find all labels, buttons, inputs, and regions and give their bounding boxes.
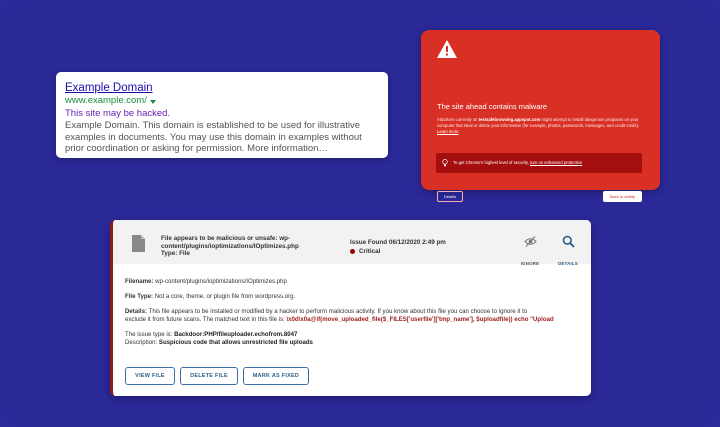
- severity-label: Critical: [359, 248, 381, 255]
- warning-triangle-icon: [437, 40, 457, 58]
- enhanced-protection-text: To get Chrome's highest level of securit…: [453, 160, 582, 166]
- search-result-description: Example Domain. This domain is establish…: [65, 120, 362, 154]
- protection-text: To get Chrome's highest level of securit…: [453, 160, 531, 165]
- eye-slash-icon: [523, 236, 537, 247]
- enhanced-protection-link[interactable]: turn on enhanced protection: [530, 160, 582, 165]
- critical-dot-icon: [350, 249, 355, 254]
- details-row-2: exclude it from future scans. The matche…: [125, 316, 585, 324]
- enhanced-protection-banner: To get Chrome's highest level of securit…: [436, 153, 642, 173]
- lightbulb-icon: [442, 159, 448, 167]
- issue-body: Filename: wp-content/plugins/ioptimizati…: [125, 278, 585, 347]
- file-icon: [132, 235, 145, 252]
- filename-row: Filename: wp-content/plugins/ioptimizati…: [125, 278, 585, 286]
- issue-actions: VIEW FILE DELETE FILE MARK AS FIXED: [125, 367, 309, 385]
- magnifier-icon: [562, 235, 575, 248]
- issue-type-line: Type: File: [161, 250, 190, 258]
- description-row: Description: Suspicious code that allows…: [125, 339, 585, 347]
- caret-down-icon[interactable]: [149, 99, 156, 104]
- filetype-value: Not a core, theme, or plugin file from w…: [153, 293, 296, 300]
- delete-file-button[interactable]: DELETE FILE: [180, 367, 238, 385]
- issue-type-value: Backdoor:PHP/fileuploader.echofrom.8047: [174, 331, 298, 338]
- ignore-button[interactable]: IGNORE: [515, 235, 545, 270]
- filetype-row: File Type: Not a core, theme, or plugin …: [125, 293, 585, 301]
- filetype-label: File Type:: [125, 293, 153, 300]
- description-value: Suspicious code that allows unrestricted…: [158, 339, 313, 346]
- filename-label: Filename:: [125, 278, 154, 285]
- search-result-url: www.example.com/: [65, 95, 379, 107]
- back-to-safety-button[interactable]: Back to safety: [603, 191, 642, 202]
- malware-warning-card: The site ahead contains malware Attacker…: [421, 30, 660, 202]
- details-text-2: exclude it from future scans. The matche…: [125, 316, 287, 323]
- mark-as-fixed-button[interactable]: MARK AS FIXED: [243, 367, 309, 385]
- search-result-card: Example Domain www.example.com/ This sit…: [56, 72, 388, 158]
- details-row: Details: This file appears to be install…: [125, 308, 585, 316]
- issue-type-label: The issue type is:: [125, 331, 175, 338]
- malware-description: Attackers currently on testsafebrowsing.…: [437, 117, 649, 136]
- issue-title: File appears to be malicious or unsafe: …: [161, 235, 311, 258]
- description-label: Description:: [125, 339, 159, 346]
- malware-desc-site: testsafebrowsing.appspot.com: [478, 117, 541, 122]
- hacked-warning-link[interactable]: This site may be hacked.: [65, 108, 379, 120]
- details-toggle-button[interactable]: DETAILS: [553, 235, 583, 270]
- malware-title: The site ahead contains malware: [437, 102, 548, 111]
- learn-more-link[interactable]: Learn more: [437, 129, 458, 134]
- details-label: DETAILS: [558, 261, 578, 266]
- scan-issue-card: File appears to be malicious or unsafe: …: [110, 220, 591, 396]
- search-result-title-link[interactable]: Example Domain: [65, 81, 379, 95]
- matched-code: \x0d\x0a@if(move_uploaded_file($_FILES['…: [286, 316, 554, 323]
- issue-title-line2: content/plugins/ioptimizations/IOptimize…: [161, 242, 299, 250]
- issue-title-line1: File appears to be malicious or unsafe: …: [161, 235, 291, 242]
- malware-desc-prefix: Attackers currently on: [437, 117, 479, 122]
- issue-type-row: The issue type is: Backdoor:PHP/fileuplo…: [125, 331, 585, 339]
- details-button[interactable]: Details: [437, 191, 463, 202]
- details-text-label: Details:: [125, 308, 148, 315]
- filename-value: wp-content/plugins/ioptimizations/IOptim…: [153, 278, 287, 285]
- details-text-1: This file appears to be installed or mod…: [147, 308, 528, 315]
- issue-header: File appears to be malicious or unsafe: …: [113, 220, 591, 266]
- ignore-label: IGNORE: [520, 261, 540, 266]
- view-file-button[interactable]: VIEW FILE: [125, 367, 175, 385]
- issue-found-date: Issue Found 06/12/2020 2:49 pm: [350, 239, 446, 246]
- search-result-url-text: www.example.com/: [65, 95, 147, 106]
- severity-indicator: Critical: [350, 248, 380, 255]
